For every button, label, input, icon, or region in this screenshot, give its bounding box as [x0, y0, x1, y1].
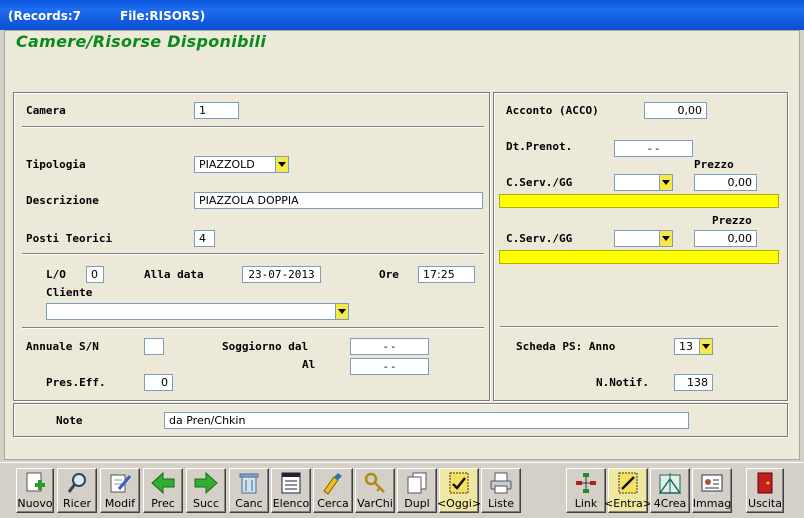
note-input[interactable]: da Pren/Chkin: [164, 412, 689, 429]
lo-label: L/O: [46, 268, 66, 281]
prezzo2-label: Prezzo: [712, 214, 752, 227]
list-icon: [281, 472, 301, 494]
camera-input[interactable]: 1: [194, 102, 239, 119]
cliente-select[interactable]: [46, 303, 349, 320]
n-notif-label: N.Notif.: [596, 376, 649, 389]
note-label: Note: [56, 414, 83, 427]
tipologia-select[interactable]: PIAZZOLD: [194, 156, 289, 173]
chevron-down-icon[interactable]: [275, 157, 288, 172]
oggi-button[interactable]: <Oggi>: [437, 468, 481, 513]
chevron-down-icon[interactable]: [659, 231, 672, 246]
keys-icon: [364, 472, 385, 493]
crea-button[interactable]: 4Crea: [650, 468, 690, 513]
dupl-button[interactable]: Dupl: [397, 468, 437, 513]
elenco-button[interactable]: Elenco: [271, 468, 311, 513]
succ-button[interactable]: Succ: [186, 468, 226, 513]
scheda-ps-value: 13: [679, 340, 693, 353]
lo-input[interactable]: 0: [86, 266, 104, 283]
n-notif-input[interactable]: 138: [674, 374, 713, 391]
posti-input[interactable]: 4: [194, 230, 215, 247]
new-icon: [26, 472, 45, 492]
scheda-ps-select[interactable]: 13: [674, 338, 713, 355]
al-input[interactable]: - -: [350, 358, 429, 375]
ricer-button[interactable]: Ricer: [57, 468, 97, 513]
print-icon: [490, 472, 512, 494]
window-titlebar: (Records:7 File:RISORS): [0, 0, 804, 30]
camera-label: Camera: [26, 104, 66, 117]
ore-label: Ore: [379, 268, 399, 281]
file-name: File:RISORS): [120, 9, 206, 23]
liste-button[interactable]: Liste: [481, 468, 521, 513]
today-icon: [449, 472, 469, 494]
entra-button[interactable]: <Entra>: [604, 468, 652, 513]
dt-prenot-input[interactable]: - -: [614, 140, 693, 157]
pres-eff-input[interactable]: 0: [144, 374, 173, 391]
scheda-ps-label: Scheda PS: Anno: [516, 340, 616, 353]
image-icon: [701, 474, 723, 492]
separator: [22, 253, 484, 255]
search-icon: [67, 473, 86, 493]
posti-label: Posti Teorici: [26, 232, 113, 245]
link-button[interactable]: Link: [566, 468, 606, 513]
prezzo2-input[interactable]: 0,00: [694, 230, 757, 247]
find-icon: [323, 473, 342, 495]
edit-icon: [110, 474, 132, 493]
descrizione-input[interactable]: PIAZZOLA DOPPIA: [194, 192, 483, 209]
trash-icon: [239, 473, 259, 494]
cserv1-label: C.Serv./GG: [506, 176, 573, 189]
page-title: Camere/Risorse Disponibili: [16, 32, 267, 51]
dt-prenot-label: Dt.Prenot.: [506, 140, 573, 153]
al-label: Al: [302, 358, 316, 371]
soggiorno-dal-input[interactable]: - -: [350, 338, 429, 355]
enter-icon: [618, 472, 638, 494]
separator: [500, 326, 778, 328]
tipologia-label: Tipologia: [26, 158, 86, 171]
cliente-label: Cliente: [46, 286, 93, 299]
cerca-button[interactable]: Cerca: [313, 468, 353, 513]
cserv2-label: C.Serv./GG: [506, 232, 573, 245]
link-icon: [576, 473, 596, 493]
cserv2-select[interactable]: [614, 230, 673, 247]
varchi-button[interactable]: VarChi: [355, 468, 395, 513]
annuale-label: Annuale S/N: [26, 340, 99, 353]
chevron-down-icon[interactable]: [699, 339, 712, 354]
exit-icon: [757, 472, 773, 494]
alla-data-label: Alla data: [144, 268, 204, 281]
modif-button[interactable]: Modif: [100, 468, 140, 513]
separator: [22, 327, 484, 329]
annuale-input[interactable]: [144, 338, 164, 355]
chevron-down-icon[interactable]: [335, 304, 348, 319]
prezzo1-input[interactable]: 0,00: [694, 174, 757, 191]
records-count: (Records:7: [8, 9, 82, 23]
separator: [22, 126, 484, 128]
create-icon: [658, 473, 682, 494]
uscita-button[interactable]: Uscita: [746, 468, 784, 513]
cserv1-description-bar: [499, 194, 779, 208]
cserv1-select[interactable]: [614, 174, 673, 191]
prec-button[interactable]: Prec: [143, 468, 183, 513]
immag-button[interactable]: Immag: [692, 468, 732, 513]
arrow-left-icon: [151, 471, 175, 495]
pres-eff-label: Pres.Eff.: [46, 376, 106, 389]
descrizione-label: Descrizione: [26, 194, 99, 207]
duplicate-icon: [407, 472, 427, 494]
alla-data-input[interactable]: 23-07-2013: [242, 266, 321, 283]
tipologia-value: PIAZZOLD: [199, 158, 255, 171]
canc-button[interactable]: Canc: [229, 468, 269, 513]
cserv2-description-bar: [499, 250, 779, 264]
nuovo-button[interactable]: Nuovo: [16, 468, 54, 513]
ore-input[interactable]: 17:25: [418, 266, 475, 283]
toolbar: Nuovo Ricer Modif Prec Succ Canc Elenco …: [0, 462, 804, 518]
arrow-right-icon: [194, 471, 218, 495]
acconto-input[interactable]: 0,00: [644, 102, 707, 119]
prezzo1-label: Prezzo: [694, 158, 734, 171]
soggiorno-label: Soggiorno dal: [222, 340, 309, 353]
chevron-down-icon[interactable]: [659, 175, 672, 190]
acconto-label: Acconto (ACCO): [506, 104, 599, 117]
